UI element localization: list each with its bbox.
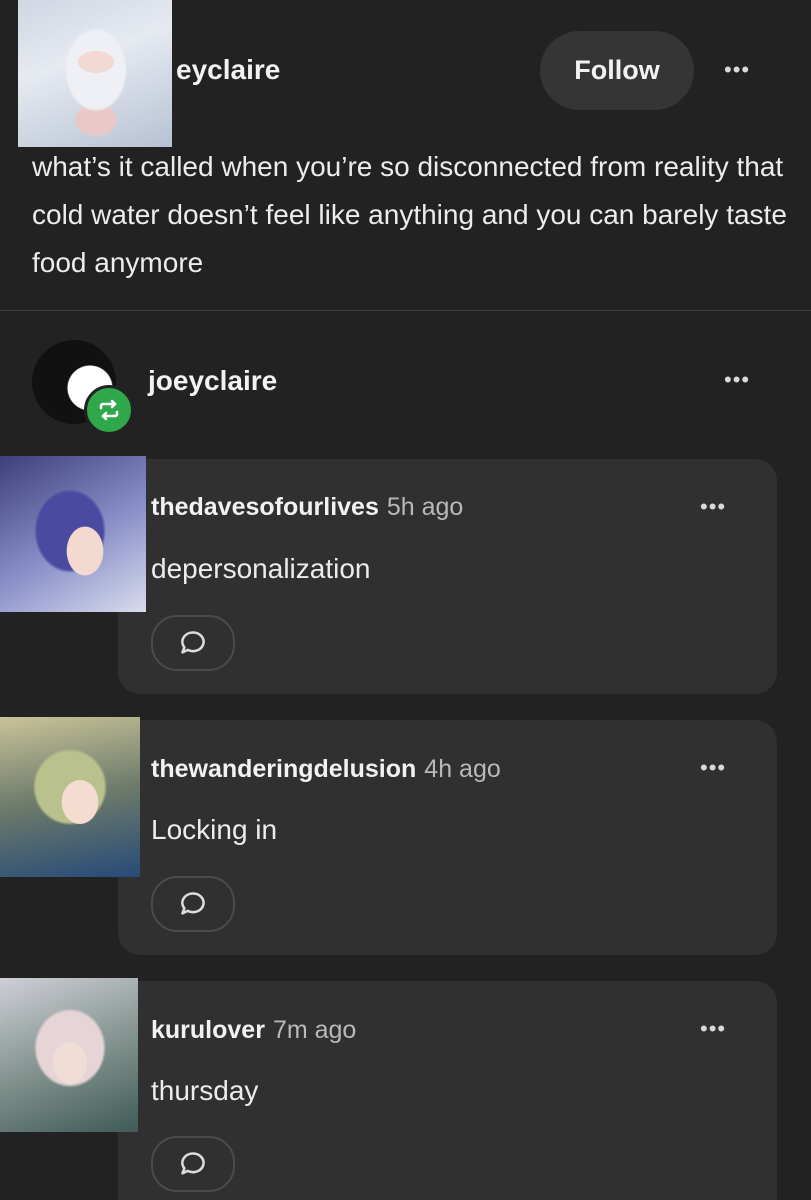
reply-meta: kurulover 7m ago [151, 1016, 356, 1045]
divider [0, 310, 811, 311]
speech-bubble-icon [181, 892, 205, 915]
post-body-text: what’s it called when you’re so disconne… [32, 151, 787, 278]
reply-more-options-icon[interactable]: ••• [700, 755, 726, 781]
reply-avatar[interactable] [0, 717, 140, 877]
reply-meta: thewanderingdelusion 4h ago [151, 755, 501, 784]
reply-text: thursday [151, 1075, 259, 1106]
reply-text: depersonalization [151, 553, 371, 584]
reblog-more-options-icon[interactable]: ••• [724, 367, 750, 393]
follow-button[interactable]: Follow [540, 31, 694, 110]
reply-username[interactable]: thewanderingdelusion [151, 755, 416, 783]
reply-more-options-icon[interactable]: ••• [700, 1016, 726, 1042]
speech-bubble-icon [181, 1152, 205, 1175]
avatar-original-poster[interactable] [18, 0, 172, 147]
post-username[interactable]: eyclaire [176, 54, 280, 86]
reply-avatar[interactable] [0, 978, 138, 1132]
reply-timestamp: 4h ago [424, 755, 501, 783]
reply-avatar[interactable] [0, 456, 146, 612]
comment-button[interactable] [151, 876, 235, 932]
post-more-options-icon[interactable]: ••• [724, 57, 750, 83]
reply-meta: thedavesofourlives 5h ago [151, 493, 463, 522]
reply-username[interactable]: kurulover [151, 1016, 265, 1044]
comment-button[interactable] [151, 1136, 235, 1192]
reply-timestamp: 7m ago [272, 1016, 357, 1044]
reply-timestamp: 5h ago [386, 493, 464, 521]
reblog-icon [84, 385, 134, 435]
speech-bubble-icon [181, 631, 205, 654]
reply-username[interactable]: thedavesofourlives [151, 493, 379, 521]
comment-button[interactable] [151, 615, 235, 671]
reblog-username[interactable]: joeyclaire [148, 365, 277, 397]
reply-more-options-icon[interactable]: ••• [700, 494, 726, 520]
reply-text: Locking in [151, 814, 278, 845]
